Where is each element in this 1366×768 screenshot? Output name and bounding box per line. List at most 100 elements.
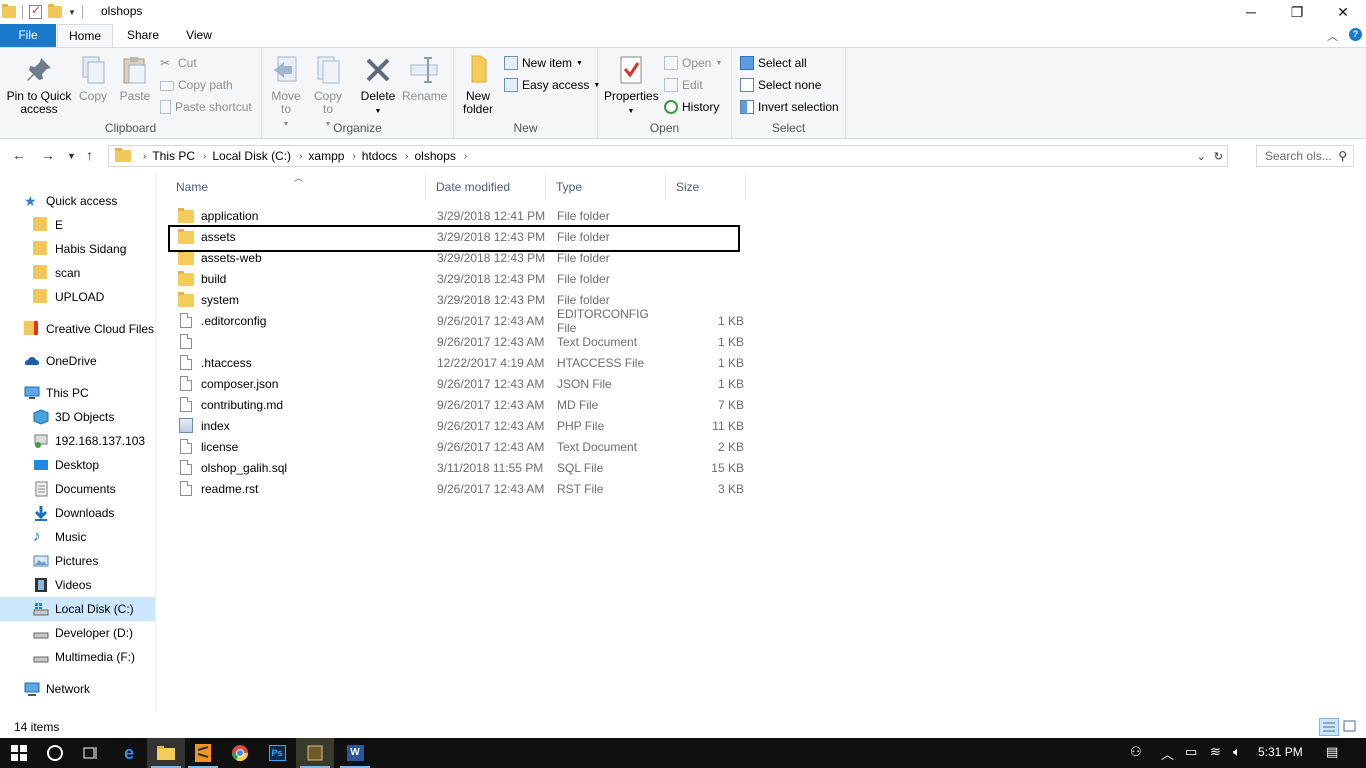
breadcrumb-separator-icon[interactable]: › [203, 151, 206, 162]
tab-file[interactable]: File [0, 24, 56, 47]
open-button[interactable]: Open ▼ [664, 54, 722, 72]
address-bar[interactable]: › This PC › Local Disk (C:) › xampp › ht… [108, 145, 1228, 167]
nav-developer-d[interactable]: Developer (D:) [0, 621, 155, 645]
file-row[interactable]: contributing.md 9/26/2017 12:43 AM MD File… [166, 394, 750, 415]
file-row[interactable]: 9/26/2017 12:43 AM Text Document 1 KB [166, 331, 750, 352]
back-arrow-icon[interactable]: ← [12, 147, 26, 163]
nav-downloads[interactable]: Downloads [0, 501, 155, 525]
close-button[interactable]: ✕ [1320, 0, 1366, 24]
people-icon[interactable]: ⚇ [1130, 744, 1142, 760]
cortana-search-icon[interactable] [36, 738, 74, 768]
details-view-icon[interactable] [1319, 718, 1339, 736]
nav-creative-cloud[interactable]: Creative Cloud Files [0, 317, 155, 341]
file-explorer-icon[interactable] [147, 738, 185, 768]
edge-browser-icon[interactable]: e [110, 738, 148, 768]
clock[interactable]: 5:31 PM [1258, 745, 1303, 759]
properties-check-icon[interactable] [29, 3, 42, 19]
new-folder-icon[interactable] [48, 4, 62, 18]
nav-network-drive[interactable]: 192.168.137.103 [0, 429, 155, 453]
nav-3d-objects[interactable]: 3D Objects [0, 405, 155, 429]
nav-item-e[interactable]: E [0, 213, 155, 237]
nav-item-scan[interactable]: scan [0, 261, 155, 285]
breadcrumb-olshops[interactable]: olshops [414, 149, 455, 163]
breadcrumb-htdocs[interactable]: htdocs [362, 149, 397, 163]
large-icons-view-icon[interactable] [1341, 718, 1361, 736]
properties-button[interactable]: Properties ▼ [604, 54, 659, 118]
breadcrumb-separator-icon[interactable]: › [464, 151, 467, 162]
breadcrumb-xampp[interactable]: xampp [308, 149, 344, 163]
task-view-icon[interactable] [72, 738, 110, 768]
nav-item-upload[interactable]: UPLOAD [0, 285, 155, 309]
word-icon[interactable]: W [336, 738, 374, 768]
cut-button[interactable]: ✂ Cut [160, 54, 197, 72]
refresh-icon[interactable]: ↻ [1214, 150, 1223, 163]
forward-arrow-icon[interactable]: → [41, 147, 55, 163]
new-folder-button[interactable]: New folder [460, 54, 496, 116]
nav-pictures[interactable]: Pictures [0, 549, 155, 573]
column-date-modified[interactable]: Date modified [426, 175, 546, 199]
file-row[interactable]: index 9/26/2017 12:43 AM PHP File 11 KB [166, 415, 750, 436]
nav-videos[interactable]: Videos [0, 573, 155, 597]
battery-icon[interactable]: ▭ [1185, 744, 1197, 760]
paste-button[interactable]: Paste [116, 54, 154, 103]
column-type[interactable]: Type [546, 175, 666, 199]
nav-onedrive[interactable]: OneDrive [0, 349, 155, 373]
sublime-text-icon[interactable] [184, 738, 222, 768]
breadcrumb-separator-icon[interactable]: › [352, 151, 355, 162]
volume-icon[interactable]: 🔈︎ [1233, 744, 1241, 760]
file-row[interactable]: build 3/29/2018 12:43 PM File folder [166, 268, 750, 289]
minimize-button[interactable]: ─ [1228, 0, 1274, 24]
address-dropdown-icon[interactable]: ⌄ [1197, 150, 1206, 163]
edit-button[interactable]: Edit [664, 76, 703, 94]
file-row[interactable]: composer.json 9/26/2017 12:43 AM JSON File… [166, 373, 750, 394]
nav-music[interactable]: ♪ Music [0, 525, 155, 549]
file-row[interactable]: .editorconfig 9/26/2017 12:43 AM EDITORCON… [166, 307, 750, 335]
chrome-icon[interactable] [221, 738, 259, 768]
file-row[interactable]: .htaccess 12/22/2017 4:19 AM HTACCESS File… [166, 352, 750, 373]
paste-shortcut-button[interactable]: Paste shortcut [160, 98, 252, 116]
search-input[interactable]: Search ols... ⚲ [1256, 145, 1354, 167]
invert-selection-button[interactable]: Invert selection [740, 98, 839, 116]
breadcrumb-this-pc[interactable]: This PC [152, 149, 195, 163]
help-icon[interactable]: ? [1349, 28, 1362, 41]
breadcrumb-separator-icon[interactable]: › [299, 151, 302, 162]
copy-to-button[interactable]: Copy to ▼ [310, 54, 346, 131]
select-none-button[interactable]: Select none [740, 76, 821, 94]
easy-access-button[interactable]: Easy access ▼ [504, 76, 600, 94]
nav-desktop[interactable]: Desktop [0, 453, 155, 477]
nav-item-habis-sidang[interactable]: Habis Sidang [0, 237, 155, 261]
pin-to-quick-access-button[interactable]: Pin to Quick access [4, 54, 74, 116]
wifi-icon[interactable]: ≋ [1210, 744, 1221, 760]
rename-button[interactable]: Rename [402, 54, 447, 103]
tab-view[interactable]: View [171, 24, 227, 47]
breadcrumb-separator-icon[interactable]: › [405, 151, 408, 162]
file-row[interactable]: license 9/26/2017 12:43 AM Text Document 2 … [166, 436, 750, 457]
delete-button[interactable]: Delete ▼ [358, 54, 398, 118]
select-all-button[interactable]: Select all [740, 54, 807, 72]
nav-multimedia-f[interactable]: Multimedia (F:) [0, 645, 155, 669]
start-windows-icon[interactable] [0, 738, 38, 768]
tab-home[interactable]: Home [57, 24, 113, 48]
nav-documents[interactable]: Documents [0, 477, 155, 501]
file-row[interactable]: olshop_galih.sql 3/11/2018 11:55 PM SQL Fi… [166, 457, 750, 478]
nav-local-disk-c[interactable]: Local Disk (C:) [0, 597, 155, 621]
copy-button[interactable]: Copy [74, 54, 112, 103]
nav-pane-divider[interactable] [155, 172, 156, 712]
tab-share[interactable]: Share [115, 24, 171, 47]
recent-locations-chevron-icon[interactable]: ▼ [67, 151, 76, 161]
breadcrumb-separator-icon[interactable]: › [143, 151, 146, 162]
history-button[interactable]: History [664, 98, 719, 116]
move-to-button[interactable]: Move to ▼ [268, 54, 304, 131]
nav-this-pc[interactable]: This PC [0, 381, 155, 405]
column-name[interactable]: Name ︿ [166, 173, 426, 199]
column-size[interactable]: Size [666, 175, 746, 199]
nav-network[interactable]: Network [0, 677, 155, 701]
photoshop-icon[interactable]: Ps [258, 738, 296, 768]
video-editor-icon[interactable] [296, 738, 334, 768]
file-row[interactable]: readme.rst 9/26/2017 12:43 AM RST File 3 KB [166, 478, 750, 499]
new-item-button[interactable]: New item ▼ [504, 54, 583, 72]
maximize-button[interactable]: ❐ [1274, 0, 1320, 24]
copy-path-button[interactable]: Copy path [160, 76, 233, 94]
file-row[interactable]: application 3/29/2018 12:41 PM File folder [166, 205, 750, 226]
customize-dropdown-icon[interactable]: ▼ [68, 8, 76, 17]
